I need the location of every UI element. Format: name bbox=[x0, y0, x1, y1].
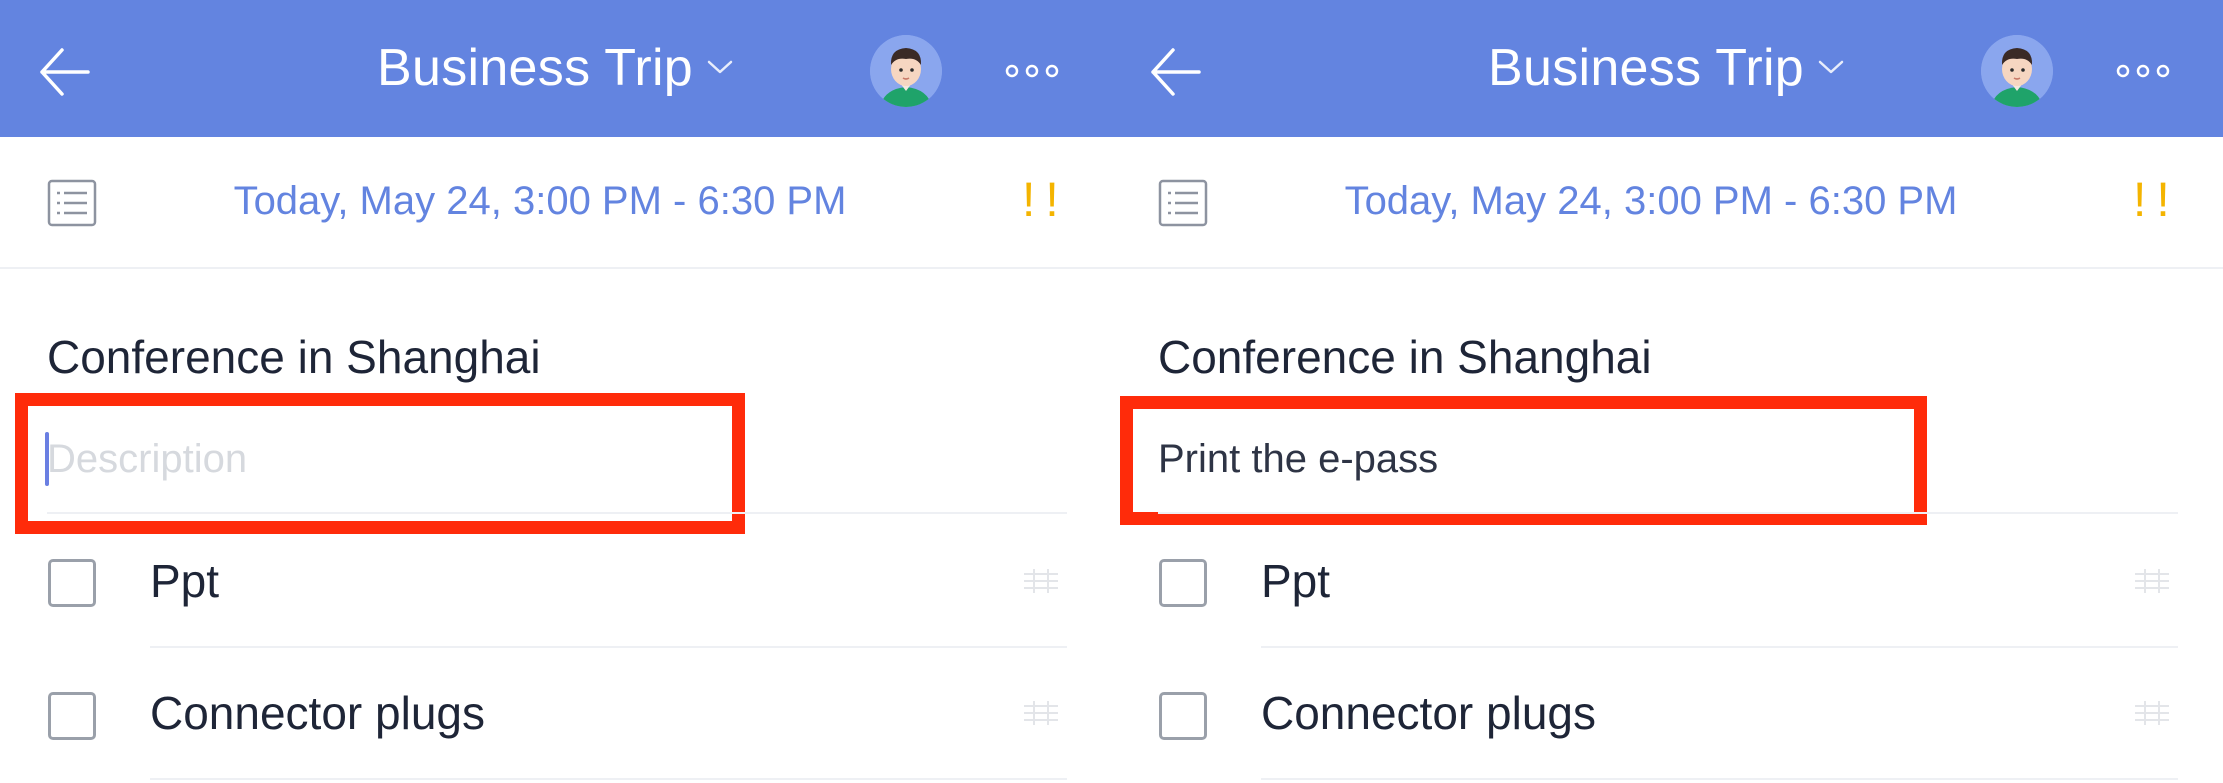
checklist-item: Connector plugs bbox=[1111, 648, 2223, 780]
chevron-down-icon bbox=[707, 61, 733, 74]
list-title-selector[interactable]: Business Trip bbox=[0, 38, 1112, 98]
checkbox[interactable] bbox=[1159, 692, 1207, 740]
more-icon[interactable] bbox=[2115, 60, 2171, 82]
screen-right: Business Trip Today, May 24, 3:00 PM - 6… bbox=[1111, 0, 2223, 783]
priority-indicator[interactable]: !! bbox=[1022, 173, 1069, 228]
checklist-item-label[interactable]: Ppt bbox=[150, 554, 219, 608]
divider bbox=[1261, 778, 2178, 780]
date-time-label[interactable]: Today, May 24, 3:00 PM - 6:30 PM bbox=[0, 179, 1080, 224]
drag-handle-icon[interactable] bbox=[1022, 566, 1060, 596]
drag-handle-icon[interactable] bbox=[1022, 698, 1060, 728]
drag-handle-icon[interactable] bbox=[2133, 566, 2171, 596]
checkbox[interactable] bbox=[1159, 559, 1207, 607]
app-header: Business Trip bbox=[0, 0, 1112, 137]
task-title[interactable]: Conference in Shanghai bbox=[47, 330, 541, 384]
checklist-item: Ppt bbox=[1111, 514, 2223, 646]
divider bbox=[150, 778, 1067, 780]
list-title: Business Trip bbox=[376, 39, 694, 97]
avatar[interactable] bbox=[1981, 35, 2053, 107]
screen-left: Business Trip Today, May 24, 3:00 PM - 6… bbox=[0, 0, 1112, 783]
priority-indicator[interactable]: !! bbox=[2133, 173, 2180, 228]
app-header: Business Trip bbox=[1111, 0, 2223, 137]
checklist-item-label[interactable]: Connector plugs bbox=[150, 686, 485, 740]
checklist-item: Connector plugs bbox=[0, 648, 1112, 780]
list-title: Business Trip bbox=[1487, 39, 1805, 97]
more-icon[interactable] bbox=[1004, 60, 1060, 82]
schedule-row: Today, May 24, 3:00 PM - 6:30 PM !! bbox=[0, 137, 1112, 269]
chevron-down-icon bbox=[1818, 61, 1844, 74]
checklist-item-label[interactable]: Connector plugs bbox=[1261, 686, 1596, 740]
checkbox[interactable] bbox=[48, 559, 96, 607]
checklist-item: Ppt bbox=[0, 514, 1112, 646]
highlight-box bbox=[1120, 396, 1927, 525]
checkbox[interactable] bbox=[48, 692, 96, 740]
list-title-selector[interactable]: Business Trip bbox=[1111, 38, 2223, 98]
date-time-label[interactable]: Today, May 24, 3:00 PM - 6:30 PM bbox=[1111, 179, 2191, 224]
checklist-item-label[interactable]: Ppt bbox=[1261, 554, 1330, 608]
task-title[interactable]: Conference in Shanghai bbox=[1158, 330, 1652, 384]
drag-handle-icon[interactable] bbox=[2133, 698, 2171, 728]
schedule-row: Today, May 24, 3:00 PM - 6:30 PM !! bbox=[1111, 137, 2223, 269]
avatar[interactable] bbox=[870, 35, 942, 107]
